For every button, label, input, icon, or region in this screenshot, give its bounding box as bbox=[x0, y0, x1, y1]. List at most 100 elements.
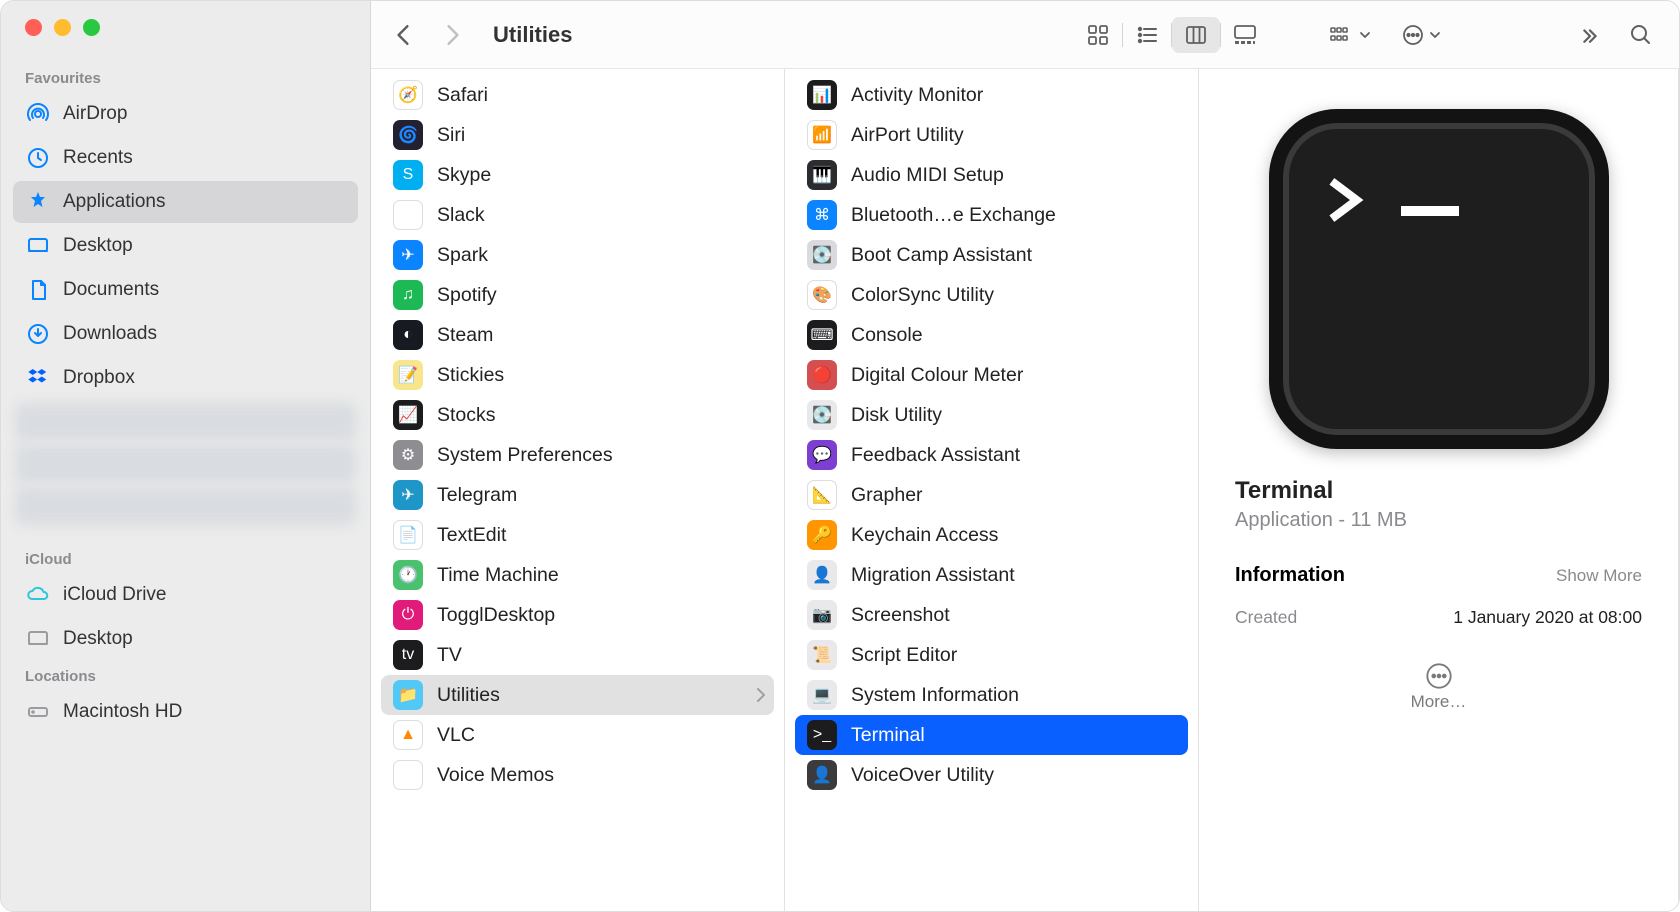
applications-item-voice-memos[interactable]: 🎙Voice Memos bbox=[371, 755, 784, 795]
applications-item-slack[interactable]: ✳Slack bbox=[371, 195, 784, 235]
applications-item-spotify[interactable]: ♫Spotify bbox=[371, 275, 784, 315]
column-applications[interactable]: 🧭Safari 🌀 Siri SSkype✳Slack✈Spark♫Spotify◐S… bbox=[371, 69, 785, 911]
app-icon: 📷 bbox=[807, 600, 837, 630]
sidebar-item-recents[interactable]: Recents bbox=[13, 137, 358, 179]
item-label: Feedback Assistant bbox=[851, 444, 1020, 467]
sidebar-item-downloads[interactable]: Downloads bbox=[13, 313, 358, 355]
utilities-item-migration-assistant[interactable]: 👤Migration Assistant bbox=[785, 555, 1198, 595]
column-utilities[interactable]: 📊Activity Monitor📶AirPort Utility🎹Audio … bbox=[785, 69, 1199, 911]
item-label: TV bbox=[437, 644, 462, 667]
utilities-item-terminal[interactable]: >_Terminal bbox=[795, 715, 1188, 755]
app-icon: 🌀 bbox=[393, 120, 423, 150]
preview-subtitle: Application - 11 MB bbox=[1235, 509, 1642, 532]
icon-view-button[interactable] bbox=[1074, 17, 1122, 53]
close-button[interactable] bbox=[25, 19, 42, 36]
sidebar-item-label: Desktop bbox=[63, 628, 133, 650]
utilities-item-script-editor[interactable]: 📜Script Editor bbox=[785, 635, 1198, 675]
show-more-button[interactable]: Show More bbox=[1556, 566, 1642, 586]
gallery-view-button[interactable] bbox=[1221, 17, 1269, 53]
utilities-item-activity-monitor[interactable]: 📊Activity Monitor bbox=[785, 75, 1198, 115]
sidebar-item-redacted bbox=[15, 487, 356, 525]
item-label: Terminal bbox=[851, 724, 925, 747]
item-label: Safari bbox=[437, 84, 488, 107]
action-button[interactable] bbox=[1393, 17, 1449, 53]
sidebar-item-desktop[interactable]: Desktop bbox=[13, 618, 358, 660]
item-label: Spark bbox=[437, 244, 488, 267]
utilities-item-screenshot[interactable]: 📷 Screenshot bbox=[785, 595, 1198, 635]
utilities-item-disk-utility[interactable]: 💽Disk Utility bbox=[785, 395, 1198, 435]
item-label: ColorSync Utility bbox=[851, 284, 994, 307]
sidebar-item-documents[interactable]: Documents bbox=[13, 269, 358, 311]
applications-item-siri[interactable]: 🌀 Siri bbox=[371, 115, 784, 155]
chevron-down-icon bbox=[1359, 29, 1371, 41]
utilities-item-voiceover-utility[interactable]: 👤 VoiceOver Utility bbox=[785, 755, 1198, 795]
utilities-item-system-information[interactable]: 💻System Information bbox=[785, 675, 1198, 715]
app-icon: ⌨ bbox=[807, 320, 837, 350]
item-label: VLC bbox=[437, 724, 475, 747]
app-icon: ⏻ bbox=[393, 600, 423, 630]
applications-item-textedit[interactable]: 📄TextEdit bbox=[371, 515, 784, 555]
utilities-item-grapher[interactable]: 📐Grapher bbox=[785, 475, 1198, 515]
applications-item-vlc[interactable]: ▲ VLC bbox=[371, 715, 784, 755]
app-icon: 👤 bbox=[807, 760, 837, 790]
applications-item-system-preferences[interactable]: ⚙System Preferences bbox=[371, 435, 784, 475]
app-icon: 👤 bbox=[807, 560, 837, 590]
chevron-right-icon bbox=[756, 687, 766, 703]
list-view-button[interactable] bbox=[1123, 17, 1171, 53]
sidebar-item-label: Desktop bbox=[63, 235, 133, 257]
dropbox-icon bbox=[25, 366, 51, 390]
sidebar: FavouritesAirDropRecents Applications Desk… bbox=[1, 1, 371, 911]
finder-window: FavouritesAirDropRecents Applications Desk… bbox=[0, 0, 1680, 912]
applications-item-spark[interactable]: ✈Spark bbox=[371, 235, 784, 275]
utilities-item-airport-utility[interactable]: 📶AirPort Utility bbox=[785, 115, 1198, 155]
sidebar-item-icloud-drive[interactable]: iCloud Drive bbox=[13, 574, 358, 616]
more-button[interactable]: More… bbox=[1235, 662, 1642, 712]
app-icon: 📈 bbox=[393, 400, 423, 430]
applications-item-tv[interactable]: tvTV bbox=[371, 635, 784, 675]
airdrop-icon bbox=[25, 102, 51, 126]
app-icon: S bbox=[393, 160, 423, 190]
fullscreen-button[interactable] bbox=[83, 19, 100, 36]
applications-item-toggldesktop[interactable]: ⏻TogglDesktop bbox=[371, 595, 784, 635]
item-label: Voice Memos bbox=[437, 764, 554, 787]
applications-item-telegram[interactable]: ✈Telegram bbox=[371, 475, 784, 515]
sidebar-section-label: Favourites bbox=[1, 64, 370, 91]
utilities-item-digital-colour-meter[interactable]: 🔴Digital Colour Meter bbox=[785, 355, 1198, 395]
utilities-item-boot-camp-assistant[interactable]: 💽Boot Camp Assistant bbox=[785, 235, 1198, 275]
applications-item-utilities[interactable]: 📁Utilities bbox=[381, 675, 774, 715]
overflow-button[interactable] bbox=[1573, 17, 1607, 53]
search-button[interactable] bbox=[1621, 17, 1661, 53]
sidebar-item-label: Applications bbox=[63, 191, 165, 213]
applications-item-time-machine[interactable]: 🕐Time Machine bbox=[371, 555, 784, 595]
item-label: Screenshot bbox=[851, 604, 950, 627]
utilities-item-colorsync-utility[interactable]: 🎨ColorSync Utility bbox=[785, 275, 1198, 315]
applications-item-skype[interactable]: SSkype bbox=[371, 155, 784, 195]
sidebar-item-applications[interactable]: Applications bbox=[13, 181, 358, 223]
utilities-item-feedback-assistant[interactable]: 💬Feedback Assistant bbox=[785, 435, 1198, 475]
utilities-item-audio-midi-setup[interactable]: 🎹Audio MIDI Setup bbox=[785, 155, 1198, 195]
sidebar-item-macintosh-hd[interactable]: Macintosh HD bbox=[13, 691, 358, 733]
column-view-button[interactable] bbox=[1172, 17, 1220, 53]
item-label: Boot Camp Assistant bbox=[851, 244, 1032, 267]
preview-icon-terminal bbox=[1269, 109, 1609, 449]
utilities-item-keychain-access[interactable]: 🔑Keychain Access bbox=[785, 515, 1198, 555]
forward-button[interactable] bbox=[435, 17, 471, 53]
item-label: Siri bbox=[437, 124, 465, 147]
minimize-button[interactable] bbox=[54, 19, 71, 36]
applications-item-stocks[interactable]: 📈Stocks bbox=[371, 395, 784, 435]
applications-item-safari[interactable]: 🧭Safari bbox=[371, 75, 784, 115]
utilities-item-bluetooth-e-exchange[interactable]: ⌘Bluetooth…e Exchange bbox=[785, 195, 1198, 235]
applications-item-steam[interactable]: ◐Steam bbox=[371, 315, 784, 355]
sidebar-item-airdrop[interactable]: AirDrop bbox=[13, 93, 358, 135]
applications-item-stickies[interactable]: 📝Stickies bbox=[371, 355, 784, 395]
app-icon: 🔴 bbox=[807, 360, 837, 390]
group-by-button[interactable] bbox=[1321, 17, 1379, 53]
item-label: Telegram bbox=[437, 484, 517, 507]
chevron-down-icon bbox=[1429, 29, 1441, 41]
item-label: VoiceOver Utility bbox=[851, 764, 994, 787]
sidebar-item-desktop[interactable]: Desktop bbox=[13, 225, 358, 267]
app-icon: ▲ bbox=[393, 720, 423, 750]
utilities-item-console[interactable]: ⌨Console bbox=[785, 315, 1198, 355]
back-button[interactable] bbox=[385, 17, 421, 53]
sidebar-item-dropbox[interactable]: Dropbox bbox=[13, 357, 358, 399]
